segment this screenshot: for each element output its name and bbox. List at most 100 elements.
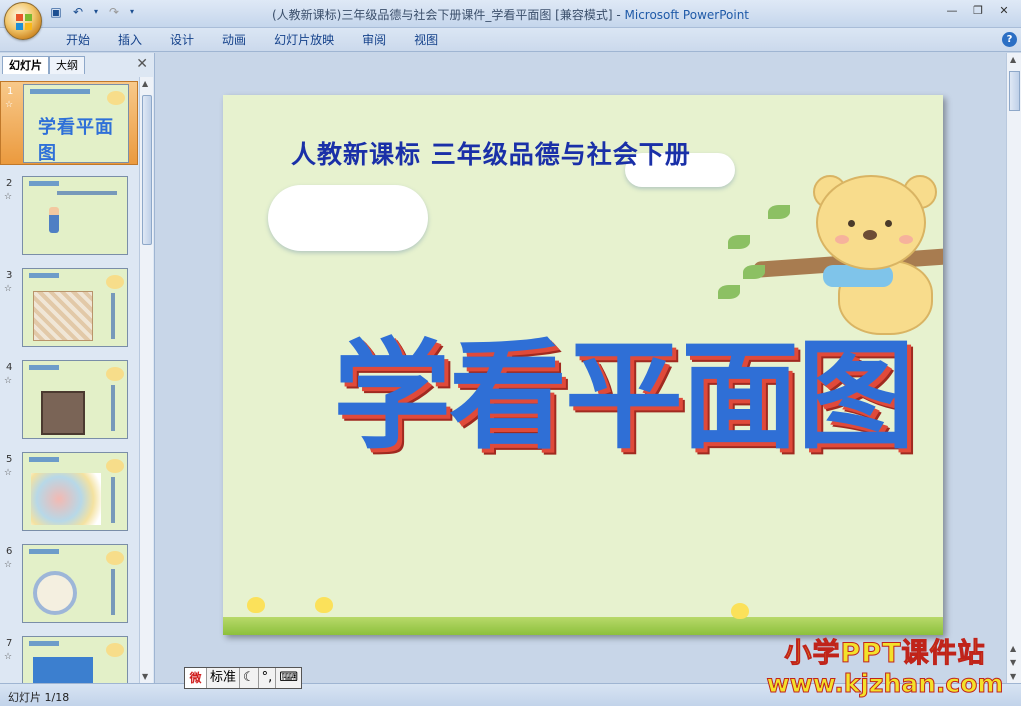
thumbnail-slide-7[interactable]: 7 ☆ [0,634,138,683]
thumbnail-slide-1[interactable]: 1 ☆ 学看平面图 [0,81,138,165]
thumb-title: 学看平面图 [38,117,114,163]
thumb-bear [106,551,124,565]
document-title: (人教新课标)三年级品德与社会下册课件_学看平面图 [兼容模式] [271,8,613,22]
thumb-map [33,291,93,341]
pane-close-icon[interactable]: ✕ [136,56,148,72]
next-slide-icon[interactable]: ▼ [1010,658,1016,667]
minimize-icon[interactable]: — [941,3,963,19]
animation-star-icon: ☆ [4,376,13,386]
scroll-down-icon[interactable]: ▼ [1010,672,1016,681]
thumb-bear [106,643,124,657]
grass [223,617,943,635]
ime-keyboard-icon[interactable]: ⌨ [276,668,301,688]
thumbnail-image [22,268,128,347]
thumb-vertical-text [111,385,115,431]
thumbnail-scrollbar[interactable]: ▲ ▼ [139,77,153,683]
thumbnail-number: 3 [6,270,13,281]
watermark-line1: 小学PPT课件站 [784,638,986,670]
tab-animations[interactable]: 动画 [208,32,260,48]
tab-slides[interactable]: 幻灯片 [2,56,49,74]
slides-pane: 幻灯片 大纲 ✕ 1 ☆ 学看平面图 2 ☆ 3 ☆ 4 ☆ 5 ☆ 6 ☆ 7… [0,53,155,683]
animation-star-icon: ☆ [4,468,13,478]
window-controls: — ❐ ✕ [941,3,1015,19]
animation-star-icon: ☆ [4,192,13,202]
thumb-vertical-text [111,477,115,523]
thumb-diagram [33,571,77,615]
thumbnail-image [22,544,128,623]
tab-insert[interactable]: 插入 [104,32,156,48]
thumb-vertical-text [111,569,115,615]
slide-subtitle[interactable]: 人教新课标 三年级品德与社会下册 [291,135,691,171]
animation-star-icon: ☆ [4,560,13,570]
thumb-header [30,89,90,94]
animation-star-icon: ☆ [4,284,13,294]
thumbnail-slide-6[interactable]: 6 ☆ [0,542,138,626]
tab-design[interactable]: 设计 [156,32,208,48]
watermark-line2: www.kjzhan.com [766,669,1004,698]
animation-star-icon: ☆ [4,652,13,662]
ime-mode[interactable]: 标准 [207,668,241,688]
chick [315,597,333,613]
slide-title[interactable]: 学看平面图 [333,300,915,471]
editing-scrollbar[interactable]: ▲ ▲ ▼ ▼ [1006,53,1021,683]
thumb-header [29,181,59,186]
ribbon-tab-bar: 开始 插入 设计 动画 幻灯片放映 审阅 视图 ? [0,28,1021,52]
thumb-photo [41,391,85,435]
leaf [743,265,765,279]
bear-head [816,175,926,270]
pane-tabs: 幻灯片 大纲 [2,56,85,74]
ime-width-icon[interactable]: ☾ [240,668,259,688]
thumbnail-slide-2[interactable]: 2 ☆ [0,174,138,258]
tab-outline[interactable]: 大纲 [49,56,85,74]
previous-slide-icon[interactable]: ▲ [1010,644,1016,653]
watermark: 小学PPT课件站 www.kjzhan.com [760,638,1010,699]
thumbnail-number: 4 [6,362,13,373]
slide-editing-area: 人教新课标 三年级品德与社会下册 学看平面图 [156,53,1006,683]
office-logo-icon [16,14,32,30]
bear-nose [863,230,877,240]
leaf [728,235,750,249]
thumbnail-number: 2 [6,178,13,189]
bear-cheek [899,235,913,244]
bear-eye [885,220,892,227]
thumbnail-number: 1 [7,86,14,97]
scroll-up-icon[interactable]: ▲ [1010,55,1016,64]
ime-toolbar: 微 标准 ☾ °, ⌨ [184,667,303,689]
ribbon-tabs: 开始 插入 设计 动画 幻灯片放映 审阅 视图 [52,32,452,48]
thumb-bear [106,459,124,473]
thumbnail-slide-5[interactable]: 5 ☆ [0,450,138,534]
scroll-up-icon[interactable]: ▲ [142,79,148,88]
scroll-down-icon[interactable]: ▼ [142,672,148,681]
scroll-thumb[interactable] [1009,71,1020,111]
thumb-map [31,473,101,525]
scroll-thumb[interactable] [142,95,152,245]
ime-logo-icon[interactable]: 微 [185,668,207,688]
thumb-bear [106,275,124,289]
help-icon[interactable]: ? [1002,32,1017,47]
restore-icon[interactable]: ❐ [967,3,989,19]
tab-home[interactable]: 开始 [52,32,104,48]
current-slide[interactable]: 人教新课标 三年级品德与社会下册 学看平面图 [223,95,943,635]
thumbnail-image [22,636,128,683]
thumb-bear [106,367,124,381]
ime-punct-icon[interactable]: °, [259,668,277,688]
thumb-header [29,365,59,370]
close-icon[interactable]: ✕ [993,3,1015,19]
thumbnail-image [22,452,128,531]
thumb-plan [33,657,93,683]
tab-slide-show[interactable]: 幻灯片放映 [260,32,348,48]
chick [247,597,265,613]
app-name: Microsoft PowerPoint [624,8,750,22]
slide-counter: 幻灯片 1/18 [8,691,70,704]
thumbnail-list: 1 ☆ 学看平面图 2 ☆ 3 ☆ 4 ☆ 5 ☆ 6 ☆ 7 ☆ [0,77,138,683]
tab-view[interactable]: 视图 [400,32,452,48]
thumbnail-slide-4[interactable]: 4 ☆ [0,358,138,442]
thumbnail-number: 5 [6,454,13,465]
thumbnail-image: 学看平面图 [23,84,129,163]
tab-review[interactable]: 审阅 [348,32,400,48]
thumbnail-number: 7 [6,638,13,649]
office-button[interactable] [4,2,42,40]
thumb-header [29,457,59,462]
thumbnail-image [22,360,128,439]
thumbnail-slide-3[interactable]: 3 ☆ [0,266,138,350]
